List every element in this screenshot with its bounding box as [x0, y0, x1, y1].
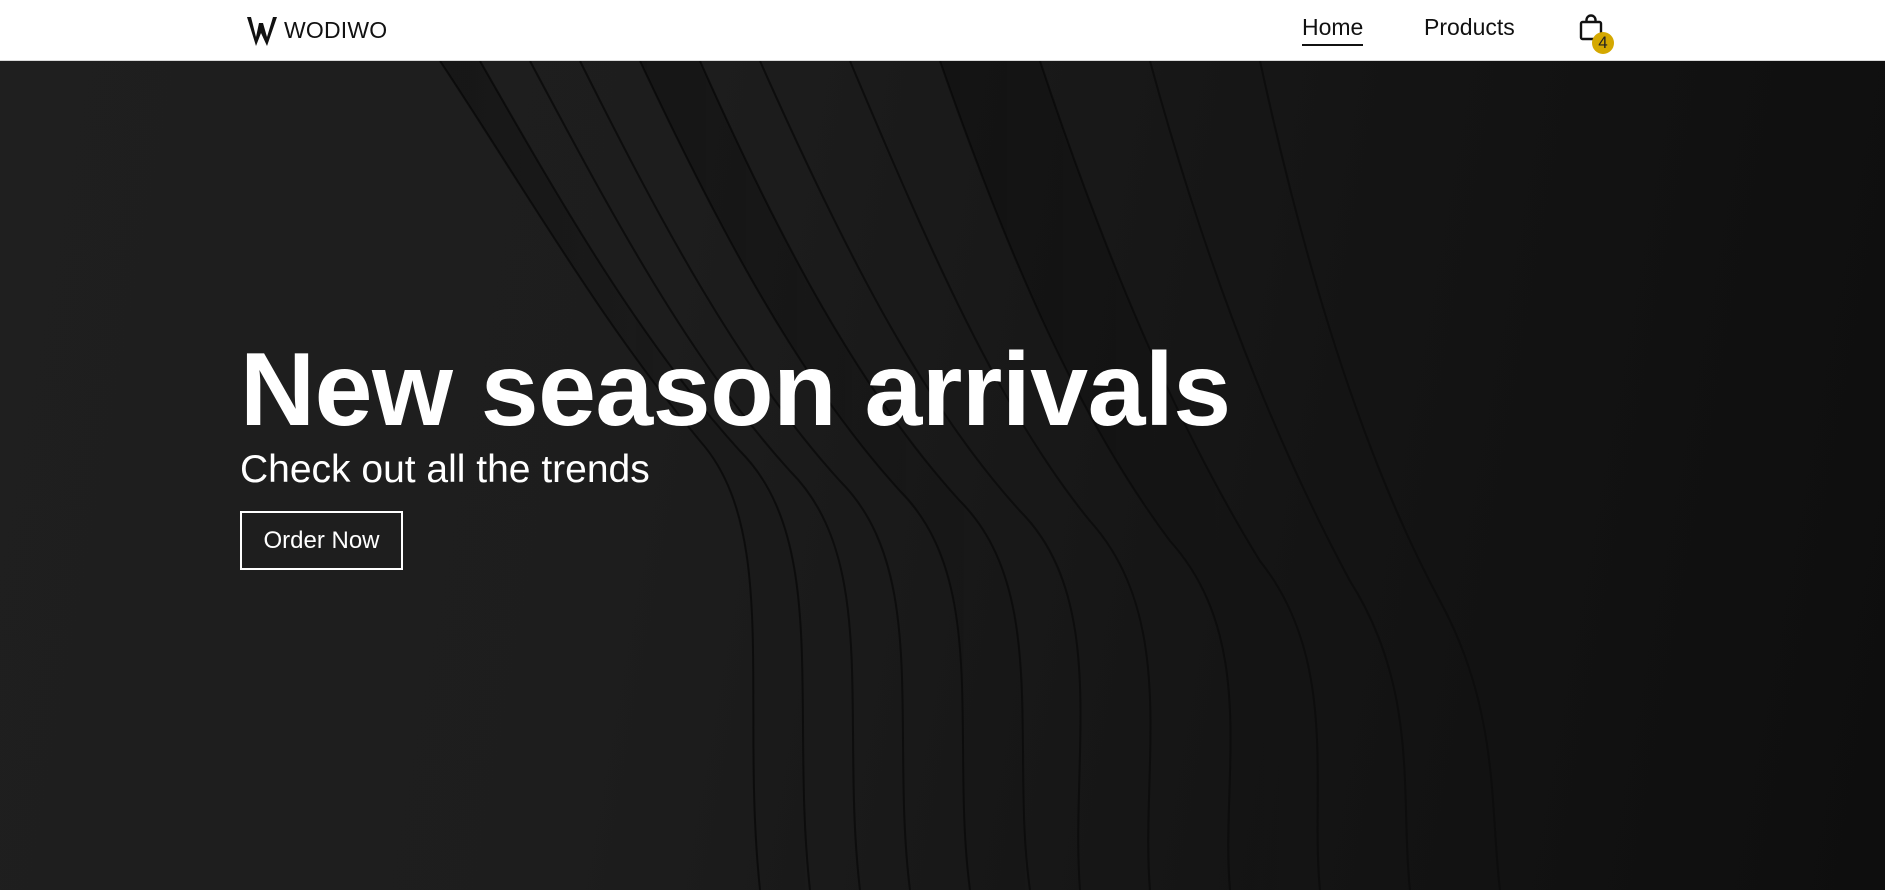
hero-title: New season arrivals	[240, 332, 1231, 448]
brand-name: WODIWO	[284, 16, 388, 43]
nav-link-home[interactable]: Home	[1302, 14, 1364, 46]
nav-link-products[interactable]: Products	[1424, 14, 1515, 41]
hero-subtitle: Check out all the trends	[240, 448, 650, 491]
w-logo-icon	[247, 17, 277, 46]
cart-count-badge: 4	[1592, 32, 1614, 54]
hero-section: New season arrivals Check out all the tr…	[0, 61, 1885, 890]
cart-button[interactable]: 4	[1578, 14, 1618, 56]
brand-link[interactable]: WODIWO	[246, 13, 387, 47]
order-now-button[interactable]: Order Now	[240, 511, 403, 570]
navbar: WODIWO Home Products 4	[0, 0, 1885, 61]
